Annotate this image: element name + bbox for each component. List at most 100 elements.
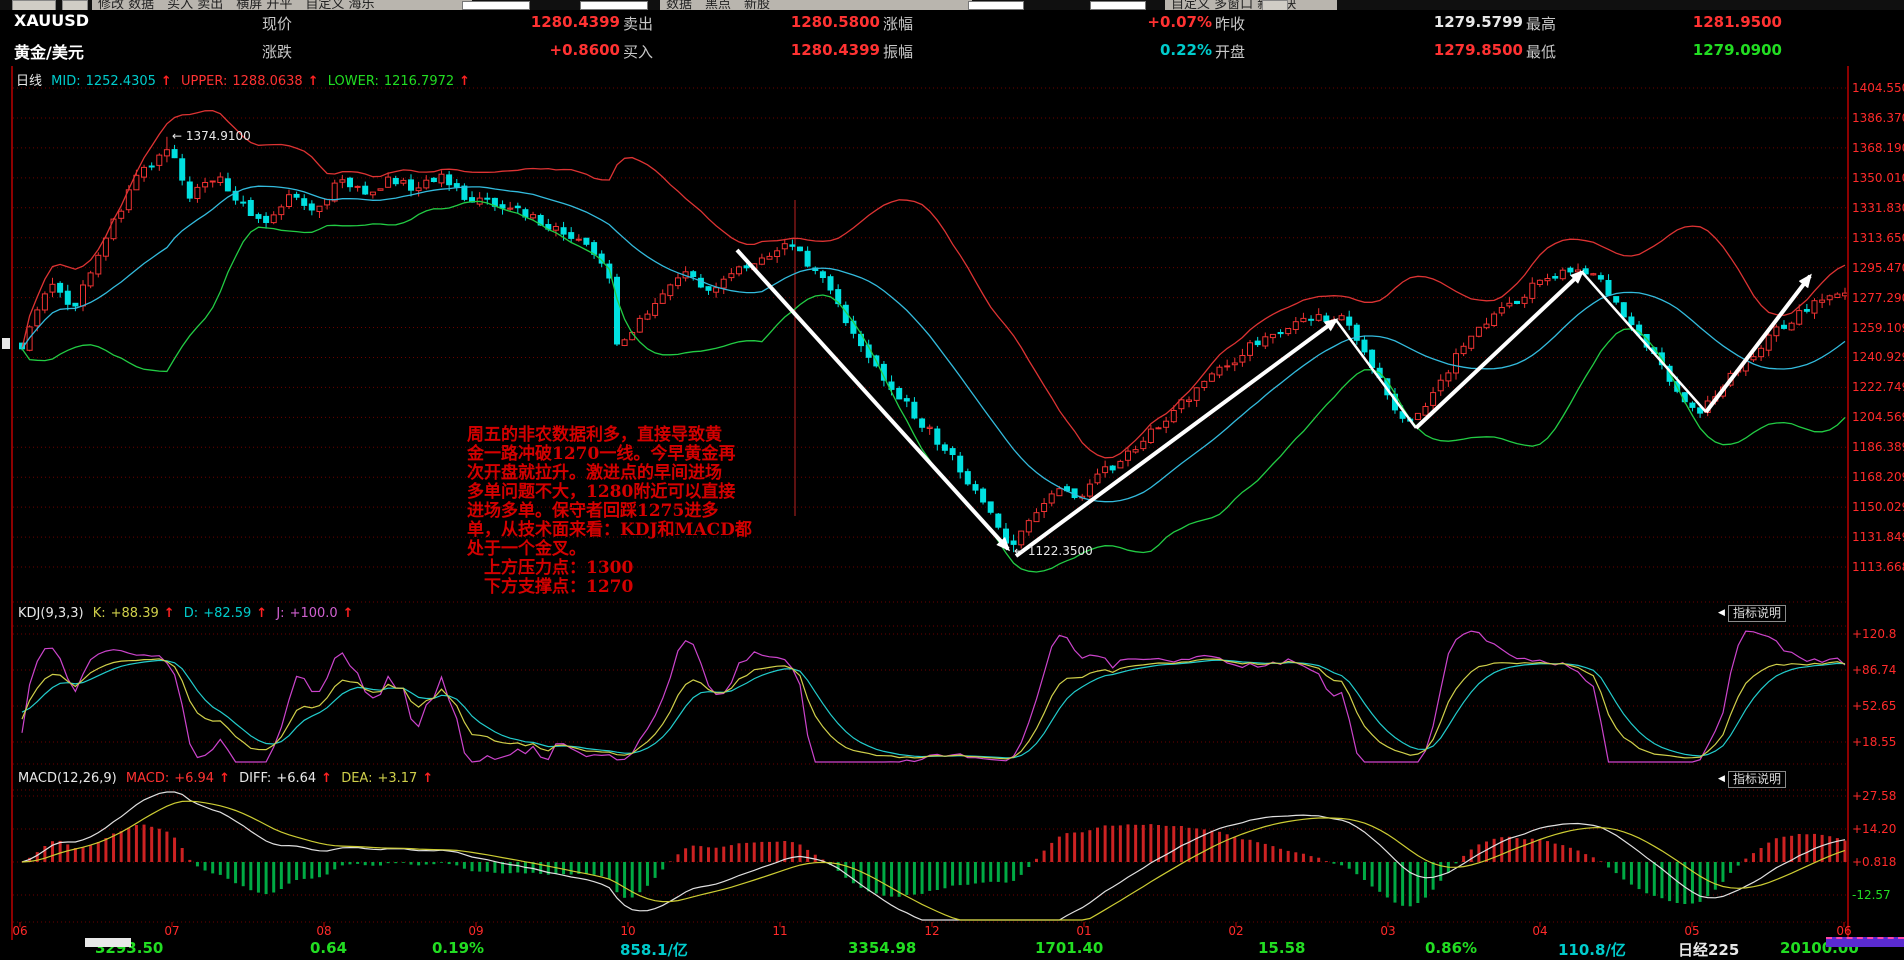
candle-body (1766, 335, 1771, 350)
toolbar-button[interactable] (62, 0, 88, 10)
candle-body (950, 449, 955, 455)
toolbar-input[interactable] (462, 1, 530, 10)
macd-panel (22, 792, 1845, 920)
candle-body (1820, 300, 1825, 302)
toolbar-input[interactable] (968, 1, 1024, 10)
candle-body (401, 180, 406, 183)
annotation-line: 金一路冲破1270一线。今早黄金再 (467, 445, 752, 464)
candle-body (805, 251, 810, 266)
candle-body (927, 427, 932, 428)
candle-body (1751, 357, 1756, 360)
boll-lower-label: LOWER: (328, 74, 379, 89)
kdj-j-value: +100.0 (290, 606, 338, 621)
period-label[interactable]: 日线 (16, 74, 42, 89)
candle-body (706, 287, 711, 291)
candle-body (355, 186, 360, 187)
candle-body (241, 202, 246, 203)
price-axis-label: 1240.929 (1852, 350, 1904, 364)
candle-body (1286, 329, 1291, 334)
ticker-quote: 110.8/亿 (1558, 939, 1626, 960)
candle-body (584, 238, 589, 244)
label-last-price: 现价 (262, 13, 292, 34)
annotation-line: 进场多单。保守者回踩1275进多 (467, 502, 752, 521)
candle-body (302, 199, 307, 206)
candle-body (1530, 283, 1535, 298)
label-high: 最高 (1526, 13, 1556, 34)
toolbar-button[interactable] (12, 0, 56, 10)
value-low: 1279.8500 (1383, 41, 1523, 59)
toolbar-button[interactable]: ︿ (1262, 0, 1288, 10)
candle-body (454, 184, 459, 187)
kdj-indicator-help-button[interactable]: 指标说明 (1728, 605, 1786, 622)
collapse-left-icon[interactable]: ◀ (1718, 609, 1725, 618)
candle-body (1103, 467, 1108, 473)
candle-body (1118, 461, 1123, 468)
label-low: 最低 (1526, 41, 1556, 62)
candle-body (416, 188, 421, 191)
candle-body (142, 167, 147, 177)
candle-body (782, 244, 787, 249)
candle-body (50, 284, 55, 292)
candle-body (1209, 374, 1214, 381)
toolbar-input[interactable] (1090, 1, 1146, 10)
candle-body (439, 174, 444, 183)
candlestick-series (20, 111, 1848, 572)
macd-axis-label: +27.58 (1852, 789, 1896, 803)
up-arrow-icon: ↑ (164, 606, 175, 621)
candle-body (1598, 276, 1603, 280)
candle-body (1278, 333, 1283, 334)
candle-body (820, 272, 825, 278)
candle-body (42, 294, 47, 310)
candle-body (1553, 277, 1558, 279)
candle-body (1225, 366, 1230, 367)
month-label: 10 (613, 924, 643, 938)
value-high: 1279.5799 (1383, 13, 1523, 31)
candle-body (1339, 316, 1344, 320)
candle-body (958, 456, 963, 472)
toolbar-menu-text[interactable]: 数据 黑点 新股 (660, 0, 972, 10)
candle-body (187, 182, 192, 198)
candle-body (798, 247, 803, 251)
macd-title[interactable]: MACD(12,26,9) (18, 771, 117, 786)
month-label: 06 (1829, 924, 1859, 938)
kdj-axis-label: +52.65 (1852, 699, 1896, 713)
candle-body (561, 228, 566, 234)
candle-body (287, 195, 292, 207)
price-axis-label: 1186.389 (1852, 440, 1904, 454)
candle-body (1469, 336, 1474, 348)
label-open: 开盘 (1215, 41, 1245, 62)
toolbar-input[interactable] (580, 1, 648, 10)
boll-mid-label: MID: (51, 74, 80, 89)
up-arrow-icon: ↑ (321, 771, 332, 786)
kdj-d-line (22, 660, 1845, 758)
candle-body (515, 206, 520, 208)
kdj-title[interactable]: KDJ(9,3,3) (18, 606, 84, 621)
toolbar-menu-text[interactable]: 修改 数据 买入 卖出 横屏 开平 自定义 海乐 (92, 0, 472, 10)
chart-canvas[interactable] (0, 0, 1904, 947)
ticker-quote: 0.86% (1425, 939, 1477, 957)
macd-dea-label: DEA: (341, 771, 372, 786)
candle-body (172, 150, 177, 158)
month-label: 01 (1069, 924, 1099, 938)
candle-body (920, 419, 925, 427)
candle-body (1774, 327, 1779, 336)
boll-upper-label: UPPER: (181, 74, 227, 89)
candle-body (973, 485, 978, 491)
annotation-line: 处于一个金叉。 (467, 540, 752, 559)
ticker-quote: 1701.40 (1035, 939, 1103, 957)
candle-body (1324, 316, 1329, 321)
collapse-left-icon[interactable]: ◀ (1718, 775, 1725, 784)
candle-body (615, 277, 620, 344)
trading-app-window: { "toolbar": { "fragments": [ {"type":"b… (0, 0, 1904, 947)
annotation-line: 单，从技术面来看：KDJ和MACD都 (467, 521, 752, 540)
candle-body (1484, 324, 1489, 328)
candle-body (1049, 494, 1054, 503)
candle-body (203, 183, 208, 187)
bollinger-mid-line (22, 186, 1845, 502)
candle-body (622, 340, 627, 346)
toolbar-menu-text[interactable]: 自定义 多窗口 新版块 (1165, 0, 1337, 10)
up-arrow-icon: ↑ (422, 771, 433, 786)
macd-indicator-help-button[interactable]: 指标说明 (1728, 771, 1786, 788)
candle-body (531, 215, 536, 218)
scrollbar-fragment[interactable] (1826, 937, 1904, 947)
